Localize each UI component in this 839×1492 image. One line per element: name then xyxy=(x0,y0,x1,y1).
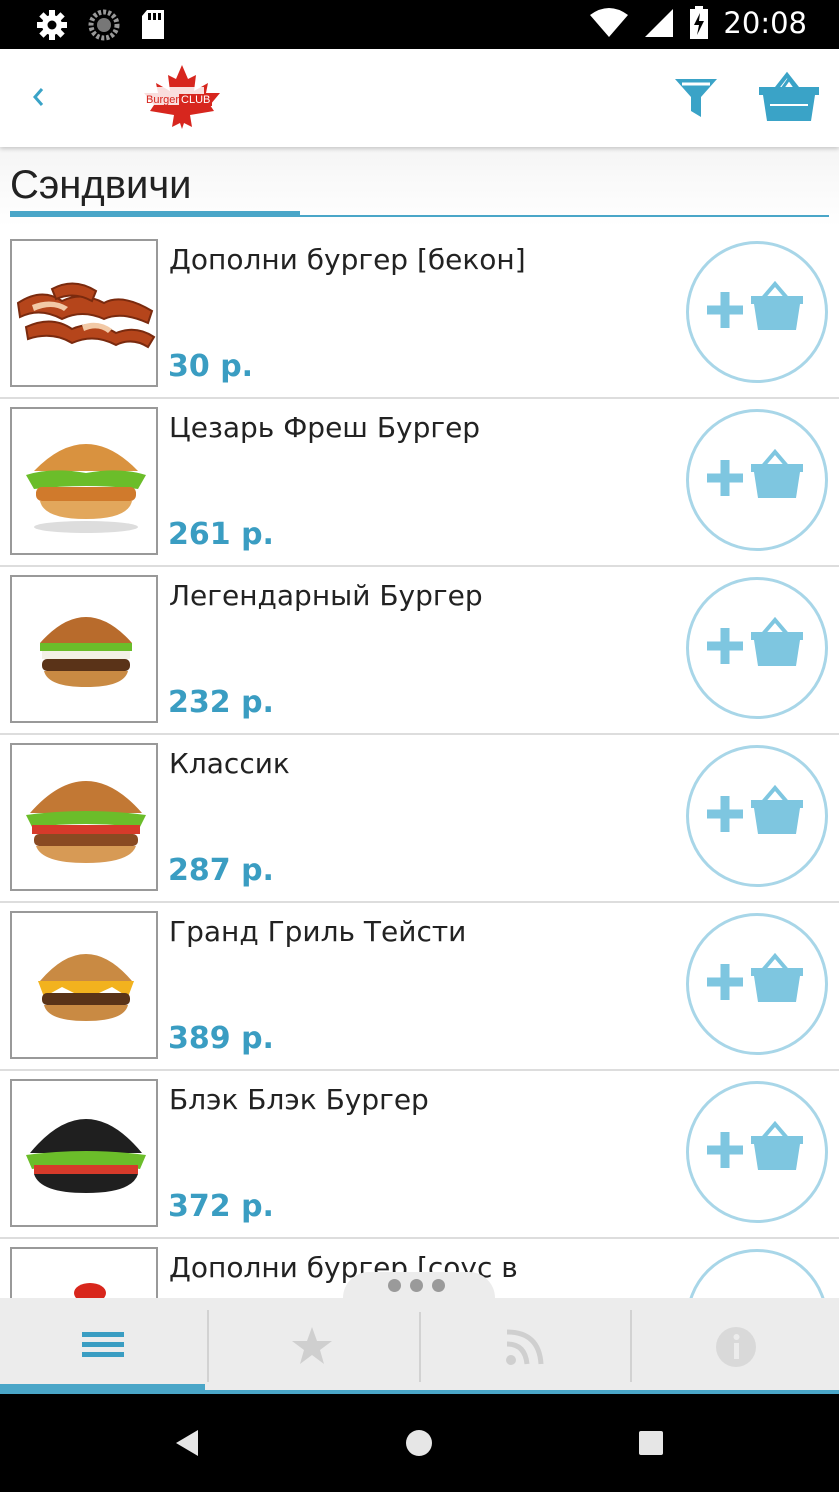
add-to-cart-button[interactable] xyxy=(686,241,828,383)
product-image-bacon xyxy=(10,239,158,387)
back-button[interactable] xyxy=(28,77,58,117)
sd-card-icon xyxy=(142,10,164,39)
product-name: Гранд Гриль Тейсти xyxy=(169,915,467,948)
product-row[interactable]: Классик 287 р. xyxy=(0,735,839,903)
product-price: 389 р. xyxy=(168,1021,274,1056)
add-to-cart-button[interactable] xyxy=(686,913,828,1055)
battery-charging-icon xyxy=(690,6,709,39)
bottom-tab-bar xyxy=(0,1298,839,1394)
gear-icon xyxy=(37,10,67,40)
add-to-cart-button[interactable] xyxy=(686,577,828,719)
home-circle-icon[interactable] xyxy=(405,1429,433,1457)
add-to-cart-button[interactable] xyxy=(686,1249,828,1298)
info-icon xyxy=(716,1327,756,1367)
signal-icon xyxy=(645,9,674,37)
add-to-basket-icon xyxy=(707,280,803,330)
wifi-icon xyxy=(590,8,629,37)
filter-button[interactable] xyxy=(672,75,720,121)
product-row[interactable]: Блэк Блэк Бургер 372 р. xyxy=(0,1071,839,1239)
tab-info[interactable] xyxy=(632,1298,839,1388)
menu-icon xyxy=(82,1332,124,1357)
cart-button[interactable] xyxy=(758,71,820,123)
add-to-cart-button[interactable] xyxy=(686,409,828,551)
product-image-burger xyxy=(10,743,158,891)
product-image-burger xyxy=(10,911,158,1059)
product-image-burger xyxy=(10,407,158,555)
product-image-burger xyxy=(10,575,158,723)
product-row[interactable]: Цезарь Фреш Бургер 261 р. xyxy=(0,399,839,567)
add-to-cart-button[interactable] xyxy=(686,1081,828,1223)
loading-icon xyxy=(88,9,120,41)
back-triangle-icon[interactable] xyxy=(172,1428,202,1458)
section-divider-accent xyxy=(10,211,300,217)
add-to-basket-icon xyxy=(707,952,803,1002)
product-name: Классик xyxy=(169,747,290,780)
product-image-sauce xyxy=(10,1247,158,1298)
product-name: Цезарь Фреш Бургер xyxy=(169,411,481,444)
recents-square-icon[interactable] xyxy=(638,1430,664,1456)
funnel-icon xyxy=(675,79,717,117)
product-price: 232 р. xyxy=(168,685,274,720)
app-bar: Burger CLUB xyxy=(0,49,839,147)
product-price: 30 р. xyxy=(168,349,254,384)
more-handle[interactable] xyxy=(343,1272,495,1312)
product-price: 287 р. xyxy=(168,853,274,888)
section-title: Сэндвичи xyxy=(10,163,192,207)
logo-text: Burger CLUB xyxy=(146,94,213,106)
clock: 20:08 xyxy=(723,6,807,40)
add-to-cart-button[interactable] xyxy=(686,745,828,887)
system-nav-bar xyxy=(0,1394,839,1492)
product-image-burger xyxy=(10,1079,158,1227)
add-to-basket-icon xyxy=(707,784,803,834)
tab-bar-underline xyxy=(0,1390,839,1394)
section-header: Сэндвичи xyxy=(0,147,839,227)
add-to-basket-icon xyxy=(707,1120,803,1170)
product-row[interactable]: Гранд Гриль Тейсти 389 р. xyxy=(0,903,839,1071)
product-name: Дополни бургер [бекон] xyxy=(169,243,526,276)
product-price: 261 р. xyxy=(168,517,274,552)
add-to-basket-icon xyxy=(707,616,803,666)
add-to-basket-icon xyxy=(707,448,803,498)
more-dots-icon[interactable] xyxy=(388,1279,445,1292)
product-row[interactable]: Дополни бургер [бекон] 30 р. xyxy=(0,231,839,399)
product-list[interactable]: Дополни бургер [бекон] 30 р. Цезарь Фреш… xyxy=(0,231,839,1298)
chevron-left-icon xyxy=(33,88,44,106)
product-name: Легендарный Бургер xyxy=(169,579,483,612)
product-price: 372 р. xyxy=(168,1189,274,1224)
tab-menu[interactable] xyxy=(0,1298,210,1388)
product-row[interactable]: Легендарный Бургер 232 р. xyxy=(0,567,839,735)
product-name: Блэк Блэк Бургер xyxy=(169,1083,429,1116)
basket-icon xyxy=(759,71,819,121)
status-bar: 20:08 xyxy=(0,0,839,49)
